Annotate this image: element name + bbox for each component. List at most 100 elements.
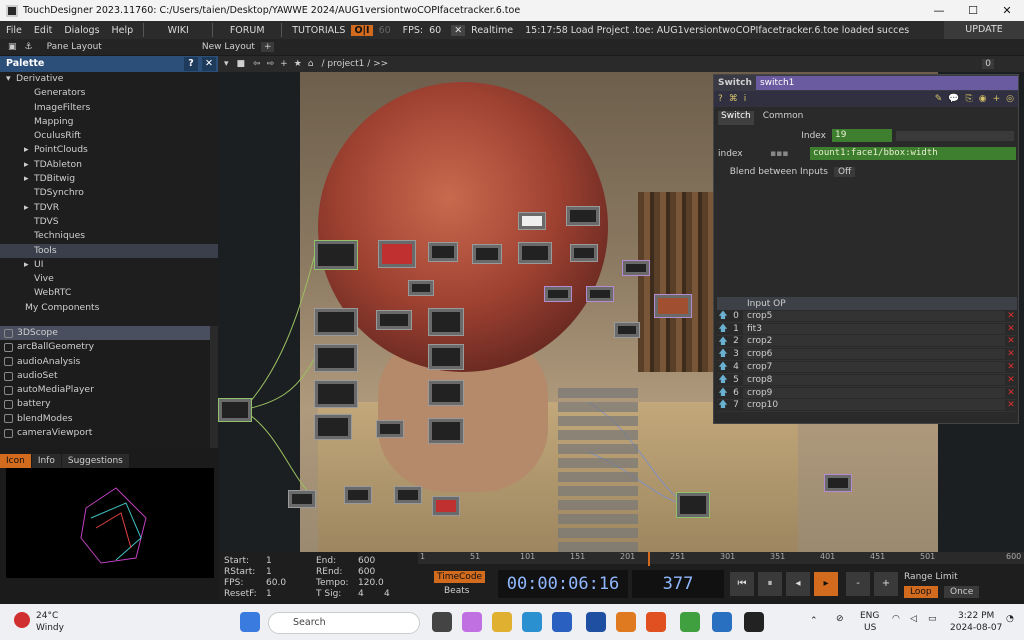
network-node[interactable] <box>314 380 358 408</box>
palette-list-item[interactable]: battery <box>0 397 210 411</box>
playhead[interactable] <box>648 552 650 566</box>
network-status-icon[interactable]: ⊘ <box>836 614 844 624</box>
menu-edit[interactable]: Edit <box>28 25 58 36</box>
input-op-row[interactable]: 🡅 5 crop8 ✕ <box>717 374 1017 387</box>
network-node[interactable] <box>566 206 600 226</box>
taskbar-search[interactable]: Search <box>268 612 420 634</box>
palette-help-button[interactable]: ? <box>184 57 198 71</box>
palette-list-item[interactable]: arcBallGeometry <box>0 340 210 354</box>
pane-layout-button[interactable]: Pane Layout <box>47 42 102 52</box>
network-node[interactable] <box>622 260 650 276</box>
palette-tree-item[interactable]: ▸ UI <box>0 258 218 272</box>
expand-arrow-icon[interactable]: ▸ <box>24 258 34 272</box>
network-node[interactable] <box>654 294 692 318</box>
python-help-icon[interactable]: ⌘ <box>729 94 738 104</box>
resetf-field[interactable]: 1 <box>266 589 272 600</box>
frame-display[interactable]: 377 <box>632 570 724 598</box>
minimize-button[interactable]: — <box>922 0 956 21</box>
new-layout-button[interactable]: New Layout <box>202 42 255 52</box>
python-icon[interactable]: ◉ <box>979 94 987 104</box>
input-op-row[interactable]: 🡅 3 crop6 ✕ <box>717 348 1017 362</box>
input-op-row[interactable]: 🡅 4 crop7 ✕ <box>717 361 1017 374</box>
palette-list-item[interactable]: autoMediaPlayer <box>0 383 210 397</box>
input-op-row[interactable]: 🡅 2 crop2 ✕ <box>717 336 1017 349</box>
settings-icon[interactable]: ◎ <box>1006 94 1014 104</box>
home-icon[interactable]: ⌂ <box>308 59 314 69</box>
input-op-field[interactable]: fit3 <box>743 323 1005 334</box>
palette-tree-item[interactable]: ▸ PointClouds <box>0 143 218 157</box>
input-op-field[interactable]: crop7 <box>743 362 1005 373</box>
palette-list-item[interactable]: cameraViewport <box>0 426 210 440</box>
network-node[interactable] <box>428 308 464 336</box>
move-up-icon[interactable]: 🡅 <box>717 397 729 413</box>
back-icon[interactable]: ⇦ <box>253 59 261 69</box>
step-down-button[interactable]: - <box>846 572 870 596</box>
expr-mode-icons[interactable]: ▪▪▪ <box>770 149 810 159</box>
notification-bell-icon[interactable]: ◔ <box>1006 614 1014 624</box>
input-op-field[interactable]: crop9 <box>743 387 1005 398</box>
add-param-icon[interactable]: + <box>993 94 1001 104</box>
touchdesigner-icon[interactable] <box>744 612 764 632</box>
remove-input-icon[interactable]: ✕ <box>1005 388 1017 398</box>
network-node[interactable] <box>408 280 434 296</box>
network-path[interactable]: / project1 / >> <box>321 59 388 69</box>
stop-icon[interactable]: ■ <box>237 59 246 69</box>
app-icon[interactable] <box>586 612 606 632</box>
maximize-button[interactable]: ☐ <box>956 0 990 21</box>
input-op-row[interactable]: 🡅 1 fit3 ✕ <box>717 323 1017 336</box>
pane-anchor-icon[interactable]: ⚓ <box>25 42 33 52</box>
weather-icon[interactable] <box>14 612 30 628</box>
loop-button[interactable]: Loop <box>904 586 938 598</box>
tutorials-link[interactable]: TUTORIALS <box>286 25 351 36</box>
palette-tree-item[interactable]: ▾ Derivative <box>0 72 218 86</box>
rstart-field[interactable]: 1 <box>266 567 272 578</box>
step-up-button[interactable]: + <box>874 572 898 596</box>
lang-1[interactable]: ENG <box>860 611 879 621</box>
star-icon[interactable]: ★ <box>294 59 302 69</box>
info-icon[interactable]: i <box>744 94 747 104</box>
expand-arrow-icon[interactable]: ▸ <box>24 158 34 172</box>
network-node[interactable] <box>376 310 412 330</box>
blender-icon[interactable] <box>616 612 636 632</box>
input-op-row[interactable]: 🡅 6 crop9 ✕ <box>717 387 1017 400</box>
network-node[interactable] <box>824 474 852 492</box>
network-node[interactable] <box>518 242 552 264</box>
edit-icon[interactable]: ✎ <box>935 94 943 104</box>
remove-input-icon[interactable]: ✕ <box>1005 324 1017 334</box>
copilot-icon[interactable] <box>462 612 482 632</box>
tsig-denominator[interactable]: 4 <box>384 589 390 600</box>
clock-time[interactable]: 3:22 PM <box>958 611 994 621</box>
network-node[interactable] <box>394 486 422 504</box>
network-node[interactable] <box>518 212 546 230</box>
weather-temp[interactable]: 24°C <box>36 611 58 621</box>
palette-tree-item[interactable]: OculusRift <box>0 129 218 143</box>
network-node[interactable] <box>314 308 358 336</box>
file-explorer-icon[interactable] <box>492 612 512 632</box>
lang-2[interactable]: US <box>864 623 876 633</box>
perform-mode-toggle[interactable]: O|I <box>351 24 373 36</box>
network-node[interactable] <box>344 486 372 504</box>
wifi-icon[interactable]: ◠ <box>892 614 900 624</box>
menu-arrow-icon[interactable]: ▾ <box>224 59 229 69</box>
blend-toggle[interactable]: Off <box>834 166 856 177</box>
input-op-field[interactable]: crop10 <box>743 400 1005 411</box>
task-view-icon[interactable] <box>432 612 452 632</box>
play-button[interactable]: ▸ <box>814 572 838 596</box>
rend-field[interactable]: 600 <box>358 567 375 578</box>
volume-icon[interactable]: ◁ <box>910 614 917 624</box>
chevron-up-icon[interactable]: ⌃ <box>810 616 818 626</box>
brave-icon[interactable] <box>646 612 666 632</box>
palette-tree-item[interactable]: My Components <box>0 301 218 315</box>
tab-icon[interactable]: Icon <box>0 454 31 468</box>
copy-icon[interactable]: ⎘ <box>966 94 973 104</box>
update-button[interactable]: UPDATE <box>944 21 1024 39</box>
index-slider[interactable] <box>896 130 1014 141</box>
palette-list-item[interactable]: 3DScope <box>0 326 210 341</box>
remove-input-icon[interactable]: ✕ <box>1005 400 1017 410</box>
forum-link[interactable]: FORUM <box>217 25 277 36</box>
input-op-field[interactable]: crop8 <box>743 374 1005 385</box>
palette-tree-item[interactable]: Vive <box>0 272 218 286</box>
network-node[interactable] <box>428 344 464 370</box>
timecode-display[interactable]: 00:00:06:16 <box>498 570 628 598</box>
remove-input-icon[interactable]: ✕ <box>1005 375 1017 385</box>
